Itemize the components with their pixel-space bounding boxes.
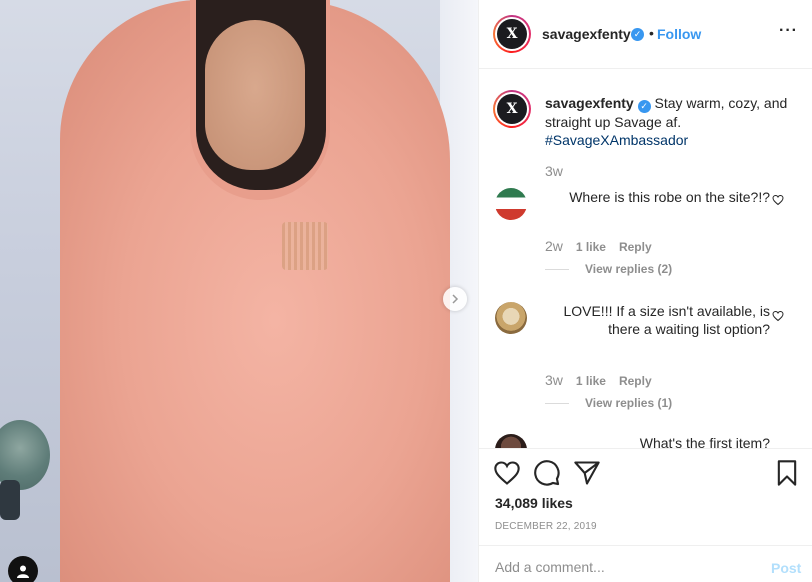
comment-like-heart-icon[interactable] <box>772 310 784 325</box>
post-actions: 34,089 likes DECEMBER 22, 2019 Post <box>479 448 812 582</box>
chevron-right-icon <box>452 294 459 304</box>
like-count[interactable]: 34,089 likes <box>495 495 573 511</box>
verified-badge-icon: ✓ <box>637 100 651 113</box>
bookmark-icon[interactable] <box>773 459 801 487</box>
comment-meta: 3w 1 like Reply <box>545 372 652 388</box>
more-options-icon[interactable]: ··· <box>779 22 798 40</box>
user-tag-button[interactable] <box>8 556 38 582</box>
comment-like-count[interactable]: 1 like <box>576 374 606 388</box>
replies-divider-line <box>545 402 569 404</box>
author-username[interactable]: savagexfenty <box>542 26 631 42</box>
avatar-logo: X <box>497 94 527 124</box>
post-side-panel: X savagexfenty ✓ • Follow ··· X savagexf… <box>478 0 812 582</box>
view-replies-button[interactable]: View replies (2) <box>545 262 672 276</box>
comment-body: LOVE!!! If a size isn't available, is th… <box>563 303 770 337</box>
comment-text: Where is this robe on the site?!? <box>545 188 770 206</box>
comment-age[interactable]: 2w <box>545 238 563 254</box>
post-photo[interactable] <box>0 0 478 582</box>
view-replies-button[interactable]: View replies (1) <box>545 396 672 410</box>
photo-pot-left <box>0 480 20 520</box>
caption-username[interactable]: savagexfenty <box>545 95 634 111</box>
comment-like-heart-icon[interactable] <box>772 194 784 209</box>
comments-list[interactable]: X savagexfenty ✓ Stay warm, cozy, and st… <box>479 70 812 448</box>
commenter-avatar[interactable] <box>495 302 527 334</box>
follow-button[interactable]: Follow <box>657 26 701 42</box>
post-comment-button[interactable]: Post <box>771 560 801 576</box>
caption-hashtag[interactable]: #SavageXAmbassador <box>545 132 688 148</box>
carousel-next-button[interactable] <box>443 287 467 311</box>
comment-reply-button[interactable]: Reply <box>619 374 652 388</box>
user-tag-icon <box>17 565 29 578</box>
author-avatar[interactable]: X <box>493 15 531 53</box>
commenter-avatar[interactable] <box>495 434 527 448</box>
comment-like-count[interactable]: 1 like <box>576 240 606 254</box>
comment-age[interactable]: 3w <box>545 372 563 388</box>
caption-avatar[interactable]: X <box>493 90 531 128</box>
commenter-avatar[interactable] <box>495 188 527 220</box>
comment-icon[interactable] <box>533 459 561 487</box>
share-icon[interactable] <box>573 459 601 487</box>
add-comment-bar: Post <box>479 545 812 582</box>
view-replies-label: View replies (2) <box>585 262 673 276</box>
heart-icon[interactable] <box>493 459 521 487</box>
comment-reply-button[interactable]: Reply <box>619 240 652 254</box>
follow-separator: • <box>649 25 654 41</box>
comment-meta: 2w 1 like Reply <box>545 238 652 254</box>
caption-age[interactable]: 3w <box>545 163 563 179</box>
post-header: X savagexfenty ✓ • Follow ··· <box>479 0 812 69</box>
comment-body: What's the first item? <box>639 435 770 448</box>
comment-text: LOVE!!! If a size isn't available, is th… <box>545 302 770 338</box>
photo-face <box>205 20 305 170</box>
verified-badge-icon: ✓ <box>631 28 644 41</box>
comment-body: Where is this robe on the site?!? <box>569 189 770 205</box>
replies-divider-line <box>545 268 569 270</box>
add-comment-input[interactable] <box>495 556 755 578</box>
view-replies-label: View replies (1) <box>585 396 673 410</box>
comment-text: What's the first item? <box>545 434 770 448</box>
caption-text: savagexfenty ✓ Stay warm, cozy, and stra… <box>545 94 795 149</box>
post-date[interactable]: DECEMBER 22, 2019 <box>495 521 597 532</box>
photo-logo-patch <box>282 222 328 270</box>
avatar-logo: X <box>497 19 527 49</box>
